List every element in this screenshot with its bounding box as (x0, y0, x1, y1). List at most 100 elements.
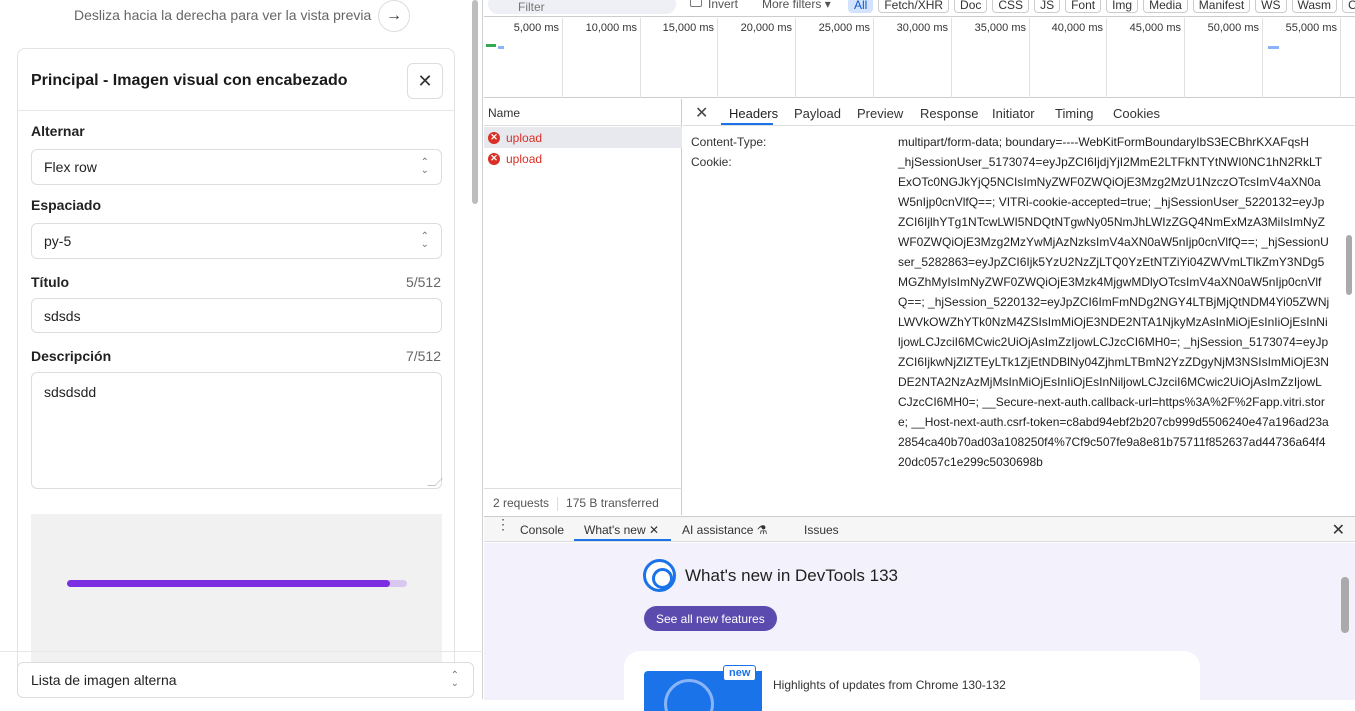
network-overview-timeline[interactable]: 5,000 ms 10,000 ms 15,000 ms 20,000 ms 25,00… (484, 18, 1355, 98)
tab-initiator[interactable]: Initiator (992, 106, 1035, 121)
drawer-scrollbar[interactable] (1341, 577, 1349, 633)
section-type-value: Lista de imagen alterna (31, 672, 177, 688)
request-details: ✕ Headers Payload Preview Response Initi… (683, 99, 1355, 515)
header-name: Content-Type: (691, 135, 767, 149)
timeline-tick-label: 5,000 ms (513, 22, 559, 34)
updown-chevron-icon: ⌃ ⌄ (420, 231, 429, 250)
timeline-gridline (1106, 18, 1107, 98)
tab-whats-new[interactable]: What's new ✕ (584, 523, 659, 537)
error-icon: ✕ (488, 152, 500, 165)
name-column-header[interactable]: Name (484, 99, 682, 126)
request-row[interactable]: ✕ upload (484, 127, 682, 148)
titulo-label: Título (31, 274, 70, 290)
alternar-label: Alternar (31, 123, 85, 139)
transferred-size: 175 B transferred (566, 496, 659, 510)
timeline-tick-label: 55,000 ms (1285, 22, 1337, 34)
filter-input[interactable]: Filter (488, 0, 676, 14)
timeline-gridline (795, 18, 796, 98)
close-details-icon[interactable]: ✕ (695, 103, 708, 123)
espaciado-value: py-5 (44, 233, 72, 249)
tab-timing[interactable]: Timing (1055, 106, 1094, 121)
tab-ai-assistance-label: AI assistance (682, 523, 754, 537)
filter-chip-doc[interactable]: Doc (954, 0, 988, 13)
filter-chip-wasm[interactable]: Wasm (1291, 0, 1338, 13)
request-headers: Content-Type: multipart/form-data; bound… (683, 127, 1355, 515)
tab-preview[interactable]: Preview (857, 106, 903, 121)
tab-ai-assistance[interactable]: AI assistance ⚗ (682, 523, 767, 537)
tab-response[interactable]: Response (920, 106, 979, 121)
alternar-select[interactable]: Flex row ⌃ ⌄ (31, 149, 442, 185)
timeline-tick-label: 45,000 ms (1129, 22, 1181, 34)
close-section-button[interactable]: ✕ (407, 63, 443, 99)
tab-whats-new-label: What's new (584, 523, 646, 537)
request-row[interactable]: ✕ upload (484, 148, 682, 169)
devtools: Filter Invert More filters ▾ All Fetch/XH… (484, 0, 1355, 711)
timeline-gridline (1262, 18, 1263, 98)
filter-chip-css[interactable]: CSS (992, 0, 1030, 13)
section-title: Principal - Imagen visual con encabezado (31, 72, 348, 89)
arrow-right-icon: → (386, 7, 402, 24)
descripcion-textarea[interactable]: sdsdsdd (31, 372, 443, 489)
tab-issues[interactable]: Issues (804, 523, 839, 537)
details-scrollbar[interactable] (1345, 127, 1353, 515)
close-icon: ✕ (417, 70, 433, 91)
invert-checkbox[interactable] (690, 0, 702, 7)
header-value: _hjSessionUser_5173074=eyJpZCI6IjdjYjI2M… (898, 155, 1330, 469)
upload-progress-track (67, 580, 407, 587)
section-card: Principal - Imagen visual con encabezado… (17, 48, 455, 668)
scrollbar-thumb[interactable] (472, 0, 478, 204)
more-filters-dropdown[interactable]: More filters ▾ (762, 0, 831, 11)
titulo-counter: 5/512 (405, 274, 441, 290)
filter-chip-manifest[interactable]: Manifest (1192, 0, 1251, 13)
filter-chip-img[interactable]: Img (1106, 0, 1139, 13)
filter-chip-fetch-xhr[interactable]: Fetch/XHR (878, 0, 950, 13)
filter-chip-media[interactable]: Media (1143, 0, 1188, 13)
active-tab-indicator (721, 123, 773, 125)
header-value: multipart/form-data; boundary=----WebKit… (898, 135, 1309, 149)
filter-chip-other[interactable]: Other (1342, 0, 1355, 13)
espaciado-select[interactable]: py-5 ⌃ ⌄ (31, 223, 442, 259)
next-arrow-button[interactable]: → (378, 0, 410, 32)
titulo-input[interactable]: sdsds (31, 298, 442, 333)
tab-cookies[interactable]: Cookies (1113, 106, 1160, 121)
timeline-gridline (640, 18, 641, 98)
timeline-tick-label: 50,000 ms (1207, 22, 1259, 34)
preview-hint: Desliza hacia la derecha para ver la vis… (74, 7, 372, 23)
timeline-bar (1268, 46, 1279, 49)
filter-chip-font[interactable]: Font (1065, 0, 1102, 13)
editor-panel: Desliza hacia la derecha para ver la vis… (0, 0, 483, 699)
more-filters-label: More filters (762, 0, 822, 11)
updown-chevron-icon: ⌃ ⌄ (420, 157, 429, 176)
flask-icon: ⚗ (756, 523, 768, 537)
tab-payload[interactable]: Payload (794, 106, 841, 121)
espaciado-label: Espaciado (31, 197, 102, 213)
highlights-card[interactable]: new Highlights of updates from Chrome 13… (624, 651, 1200, 711)
filter-chip-ws[interactable]: WS (1255, 0, 1287, 13)
request-list: Name ✕ upload ✕ upload 2 requests 175 B t… (484, 99, 682, 515)
highlights-text: Highlights of updates from Chrome 130-13… (773, 678, 1006, 692)
image-upload-preview (31, 514, 442, 667)
close-drawer-icon[interactable]: ✕ (1332, 520, 1345, 540)
section-type-select[interactable]: Lista de imagen alterna ⌃ ⌄ (17, 662, 474, 698)
caret-down-icon: ▾ (824, 0, 831, 11)
kebab-menu-icon[interactable]: ⋮ (496, 517, 510, 531)
timeline-gridline (873, 18, 874, 98)
timeline-gridline (717, 18, 718, 98)
close-tab-icon[interactable]: ✕ (649, 523, 659, 537)
scrollbar-thumb[interactable] (1346, 235, 1352, 295)
request-count: 2 requests (493, 496, 550, 510)
updown-chevron-icon: ⌃ ⌄ (450, 670, 459, 689)
filter-chip-all[interactable]: All (848, 0, 874, 13)
error-icon: ✕ (488, 131, 500, 144)
filter-chip-js[interactable]: JS (1034, 0, 1061, 13)
resize-grip-icon[interactable] (427, 478, 443, 486)
active-tab-indicator (574, 539, 671, 541)
see-all-features-button[interactable]: See all new features (644, 606, 777, 631)
drawer-tabs: ⋮ Console What's new ✕ AI assistance ⚗ I… (484, 517, 1355, 542)
divider (557, 496, 559, 511)
network-summary: 2 requests 175 B transferred (484, 488, 682, 515)
left-scrollbar[interactable] (470, 0, 480, 699)
timeline-tick-label: 10,000 ms (585, 22, 637, 34)
tab-headers[interactable]: Headers (729, 106, 778, 121)
tab-console[interactable]: Console (520, 523, 564, 537)
